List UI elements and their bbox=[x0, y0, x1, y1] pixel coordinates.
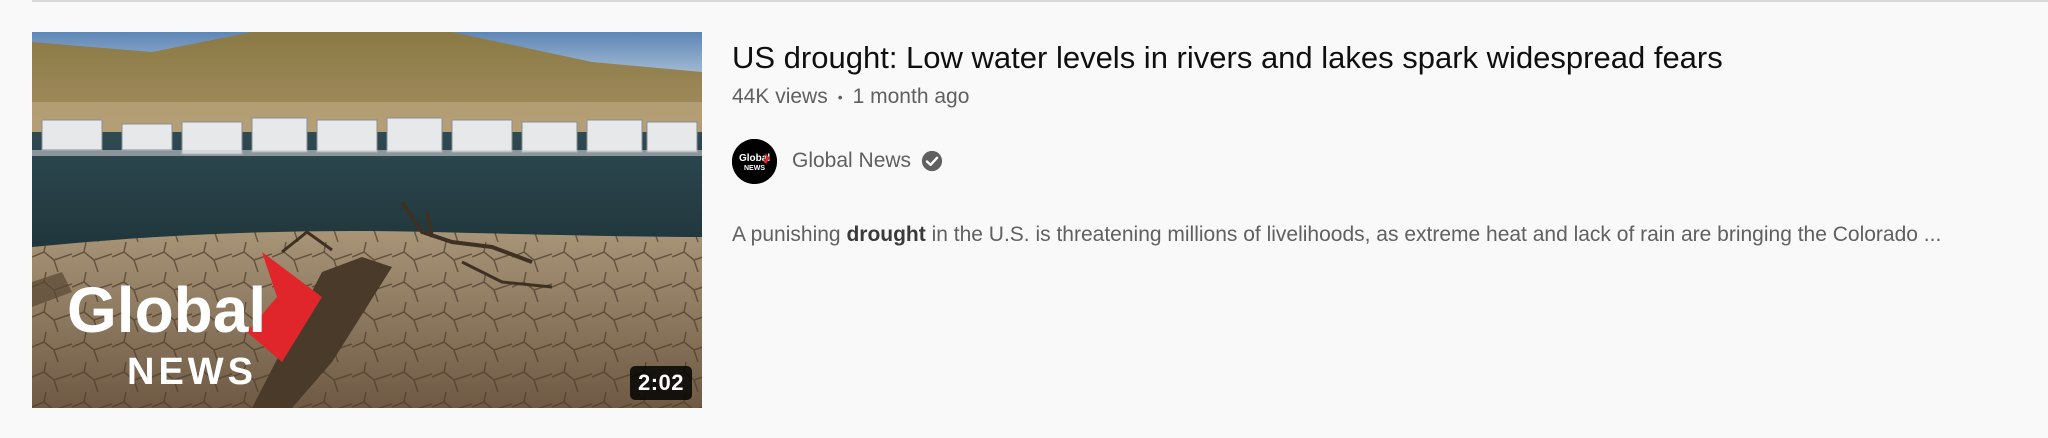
thumbnail-scene: Global NEWS bbox=[32, 32, 702, 408]
video-thumbnail[interactable]: Global NEWS 2:02 bbox=[32, 32, 702, 408]
description-text-after: in the U.S. is threatening millions of l… bbox=[925, 223, 1942, 246]
thumbnail-logo-subword: NEWS bbox=[127, 351, 257, 393]
video-description: A punishing drought in the U.S. is threa… bbox=[732, 220, 2032, 250]
svg-text:NEWS: NEWS bbox=[744, 165, 765, 172]
separator-dot: • bbox=[837, 89, 843, 105]
top-divider bbox=[32, 0, 2048, 2]
video-info: US drought: Low water levels in rivers a… bbox=[732, 32, 2032, 408]
description-text-before: A punishing bbox=[732, 223, 847, 246]
video-title[interactable]: US drought: Low water levels in rivers a… bbox=[732, 36, 2032, 80]
channel-logo-icon: Global NEWS bbox=[732, 138, 777, 184]
upload-age: 1 month ago bbox=[852, 85, 970, 108]
verified-check-icon bbox=[921, 150, 943, 172]
channel-name[interactable]: Global News bbox=[792, 149, 911, 173]
video-duration-badge: 2:02 bbox=[629, 366, 692, 400]
thumbnail-logo-word: Global bbox=[67, 274, 266, 346]
channel-link[interactable]: Global NEWS Global News bbox=[732, 138, 2032, 184]
description-highlight: drought bbox=[846, 223, 926, 246]
channel-avatar[interactable]: Global NEWS bbox=[732, 138, 777, 184]
view-count: 44K views bbox=[732, 85, 828, 108]
video-result[interactable]: Global NEWS 2:02 US drought: Low water l… bbox=[32, 32, 2032, 408]
video-metadata: 44K views • 1 month ago bbox=[732, 82, 2032, 112]
